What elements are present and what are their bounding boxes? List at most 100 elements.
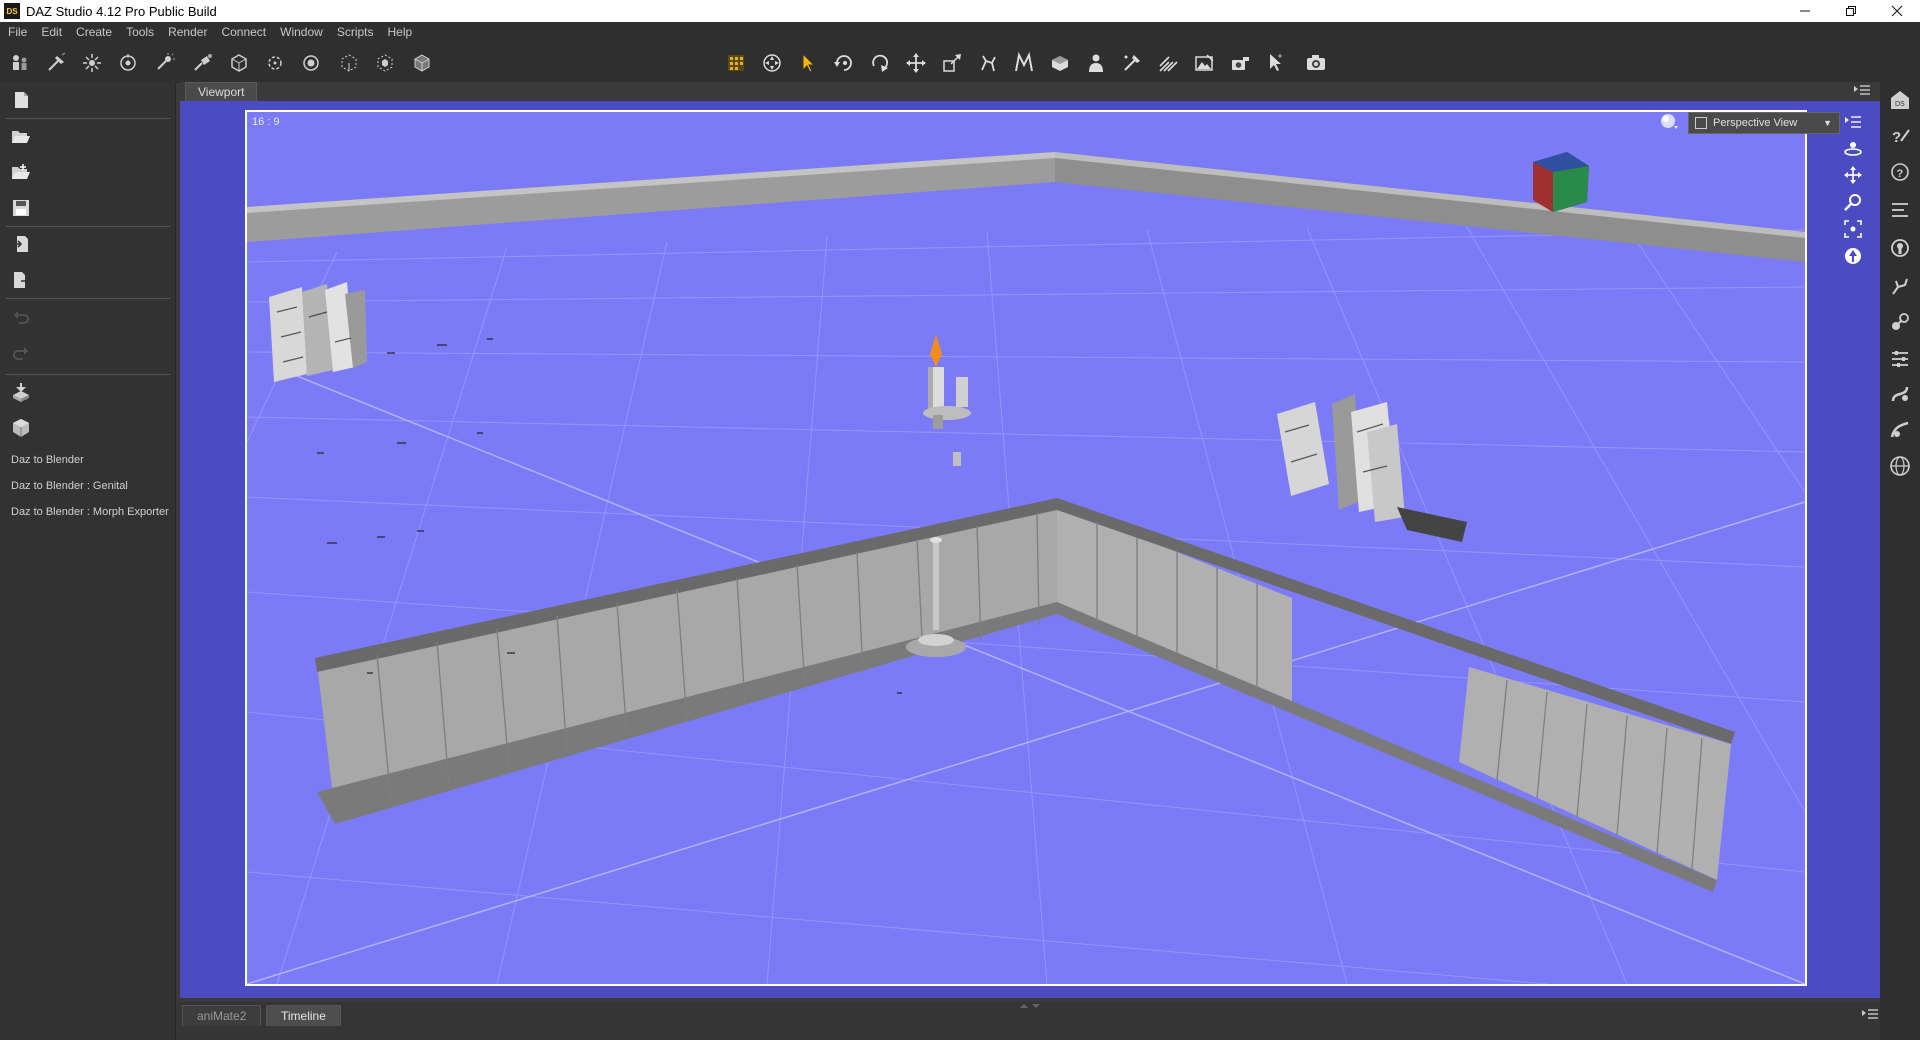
draw-style-icon[interactable] [1658,112,1680,132]
tab-timeline[interactable]: Timeline [266,1005,341,1026]
svg-text:?: ? [1897,168,1904,180]
separator [6,226,170,227]
pan-camera-icon[interactable] [1840,164,1866,186]
aspect-ratio-label: 16 : 9 [252,116,280,128]
menu-help[interactable]: Help [381,25,420,39]
menu-window[interactable]: Window [273,25,330,39]
rotate-icon[interactable] [831,50,857,76]
daz-home-icon[interactable]: DS [1888,88,1912,112]
svg-text:?: ? [1892,129,1901,146]
spot-light-icon[interactable] [43,50,69,76]
separator [6,118,170,119]
universal-tool-icon[interactable] [759,50,785,76]
minimize-button[interactable] [1782,0,1828,22]
menu-file[interactable]: File [0,25,34,39]
tool-settings-icon[interactable] [1888,310,1912,334]
window-title: DAZ Studio 4.12 Pro Public Build [26,3,217,19]
active-pose-icon[interactable] [1047,50,1073,76]
close-icon [1891,5,1903,17]
menu-edit[interactable]: Edit [34,25,69,39]
linear-point-light-icon[interactable] [190,50,216,76]
layout-icon[interactable] [1888,198,1912,222]
pane-options-icon[interactable] [1852,84,1872,98]
geometry-editor-icon[interactable] [1119,50,1145,76]
script-daz-to-blender-morph-exporter[interactable]: Daz to Blender : Morph Exporter [11,506,169,518]
menu-create[interactable]: Create [69,25,119,39]
camera-icon[interactable] [1303,50,1329,76]
distant-light-icon[interactable] [115,50,141,76]
tab-animate2[interactable]: aniMate2 [182,1005,262,1026]
script-daz-to-blender-genital[interactable]: Daz to Blender : Genital [11,480,128,492]
region-navigator-icon[interactable] [1155,50,1181,76]
environment-icon[interactable] [1888,454,1912,478]
create-primitive-icon[interactable] [336,50,362,76]
group-node-icon[interactable] [372,50,398,76]
minimize-icon [1800,10,1810,12]
perspective-view-dropdown[interactable]: Perspective View ▼ [1688,112,1840,134]
save-icon[interactable] [10,197,32,219]
viewport-options-icon[interactable] [1840,112,1866,134]
redo-icon[interactable] [10,341,32,363]
create-figure-icon[interactable] [7,50,33,76]
open-icon[interactable] [10,125,32,147]
ambient-light-icon[interactable] [151,50,177,76]
viewport-canvas[interactable] [245,110,1807,986]
menu-connect[interactable]: Connect [214,25,273,39]
render-icon[interactable] [1227,50,1253,76]
panel-resize-handle[interactable] [1018,996,1042,1008]
power-pose-icon[interactable] [1011,50,1037,76]
node-selection-alt-icon[interactable] [1263,50,1289,76]
export-icon[interactable] [10,269,32,291]
merge-icon[interactable] [10,161,32,183]
zoom-camera-icon[interactable] [1840,191,1866,213]
view-cube [1533,152,1589,212]
shaping-icon[interactable] [1888,346,1912,370]
surface-selection-icon[interactable] [1083,50,1109,76]
translate-icon[interactable] [903,50,929,76]
frame-selected-icon[interactable] [1840,218,1866,240]
tips-icon[interactable]: ? [1888,124,1912,148]
create-null-icon[interactable] [298,50,324,76]
main-toolbar [0,42,1920,83]
scale-icon[interactable] [867,50,893,76]
daz-to-blender-icon[interactable] [10,381,32,403]
front-wall-right [1057,498,1735,892]
undo-icon[interactable] [10,305,32,327]
surfaces-icon[interactable] [1888,382,1912,406]
render-settings-icon[interactable] [723,50,749,76]
menu-render[interactable]: Render [161,25,214,39]
node-selection-icon[interactable] [795,50,821,76]
viewport-tab-bar [179,82,1879,102]
bottom-pane-options-icon[interactable] [1860,1008,1880,1022]
joint-editor-icon[interactable] [975,50,1001,76]
menu-tools[interactable]: Tools [119,25,161,39]
import-icon[interactable] [10,233,32,255]
books-right [1277,394,1467,542]
spot-render-icon[interactable] [1191,50,1217,76]
morph-export-icon[interactable] [10,417,32,439]
title-bar: DS DAZ Studio 4.12 Pro Public Build [0,0,1920,22]
lights-icon[interactable] [1888,418,1912,442]
parameters-icon[interactable] [1888,236,1912,260]
point-light-icon[interactable] [79,50,105,76]
menu-scripts[interactable]: Scripts [330,25,381,39]
right-side-strip [1880,82,1920,1040]
instance-icon[interactable] [409,50,435,76]
orbit-camera-icon[interactable] [1840,137,1866,159]
menu-bar: File Edit Create Tools Render Connect Wi… [0,22,1920,42]
script-daz-to-blender[interactable]: Daz to Blender [11,454,84,466]
create-camera-icon[interactable] [226,50,252,76]
help-icon[interactable]: ? [1888,160,1912,184]
reset-view-icon[interactable] [1840,245,1866,267]
books-left [269,282,367,382]
separator [6,298,170,299]
separator [6,374,170,375]
create-node-icon[interactable] [262,50,288,76]
new-scene-icon[interactable] [10,89,32,111]
close-button[interactable] [1874,0,1920,22]
left-panel: Daz to Blender Daz to Blender : Genital … [0,82,176,1040]
posing-tool-icon[interactable] [1888,274,1912,298]
transform-icon[interactable] [939,50,965,76]
tab-viewport[interactable]: Viewport [185,82,258,102]
restore-button[interactable] [1828,0,1874,22]
